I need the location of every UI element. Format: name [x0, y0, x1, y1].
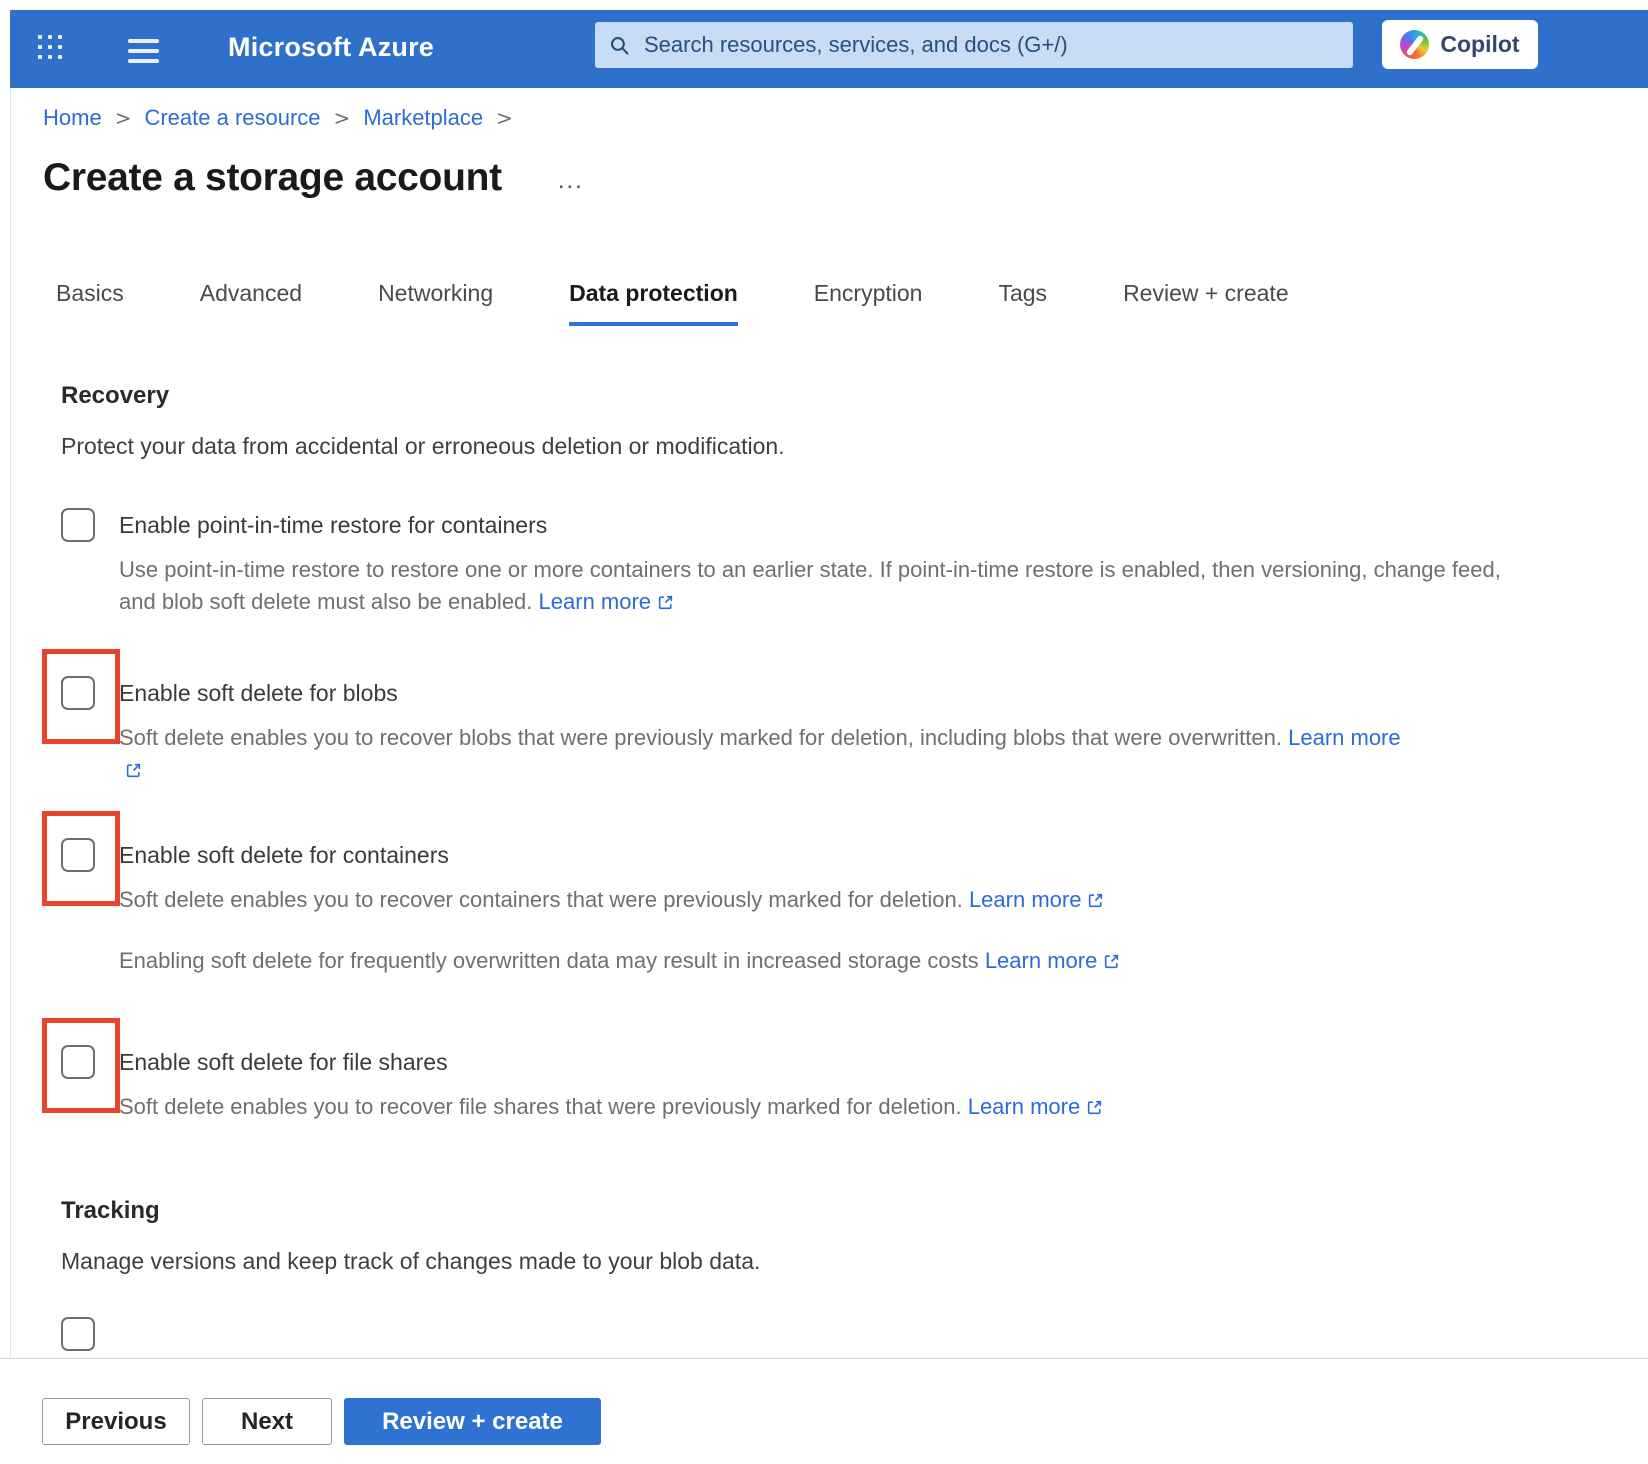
learn-more-link[interactable]: Learn more — [969, 887, 1105, 912]
tracking-section-subtitle: Manage versions and keep track of change… — [43, 1248, 1648, 1275]
checkbox-soft-delete-file-shares[interactable] — [61, 1045, 95, 1079]
review-create-button[interactable]: Review + create — [344, 1398, 601, 1445]
tab-review-create[interactable]: Review + create — [1123, 280, 1289, 326]
tracking-section-heading: Tracking — [43, 1197, 1648, 1225]
breadcrumb: Home > Create a resource > Marketplace > — [43, 88, 1648, 131]
waffle-menu-icon[interactable] — [38, 35, 62, 59]
wizard-footer: Previous Next Review + create — [0, 1358, 1648, 1464]
checkbox-point-in-time-restore[interactable] — [61, 508, 95, 542]
option-soft-delete-file-shares: Enable soft delete for file shares Soft … — [61, 1043, 1648, 1123]
global-search[interactable] — [595, 22, 1353, 68]
tab-advanced[interactable]: Advanced — [200, 280, 302, 326]
option-point-in-time-restore: Enable point-in-time restore for contain… — [61, 506, 1648, 618]
breadcrumb-marketplace[interactable]: Marketplace — [363, 105, 483, 131]
checkbox-soft-delete-containers[interactable] — [61, 838, 95, 872]
search-input[interactable] — [642, 31, 1339, 59]
option-label: Enable soft delete for containers — [119, 842, 1120, 869]
content-panel: Home > Create a resource > Marketplace >… — [10, 88, 1648, 1464]
external-link-icon — [1087, 892, 1104, 909]
more-options-icon[interactable]: ... — [558, 167, 584, 195]
azure-top-bar: Microsoft Azure Copilot — [10, 10, 1648, 88]
storage-costs-note: Enabling soft delete for frequently over… — [119, 945, 1120, 977]
option-label: Enable soft delete for file shares — [119, 1049, 1103, 1076]
learn-more-link[interactable]: Learn more — [539, 589, 675, 614]
option-label: Enable soft delete for blobs — [119, 680, 1419, 707]
option-description: Use point-in-time restore to restore one… — [119, 554, 1524, 618]
copilot-icon — [1400, 30, 1429, 59]
recovery-section-subtitle: Protect your data from accidental or err… — [43, 433, 1648, 460]
search-icon — [609, 35, 630, 56]
option-label: Enable point-in-time restore for contain… — [119, 512, 1524, 539]
option-soft-delete-blobs: Enable soft delete for blobs Soft delete… — [61, 674, 1648, 786]
hamburger-menu-icon[interactable] — [128, 39, 159, 69]
next-button[interactable]: Next — [202, 1398, 332, 1445]
external-link-icon — [1086, 1099, 1103, 1116]
breadcrumb-chevron-icon: > — [115, 106, 132, 130]
copilot-label: Copilot — [1440, 31, 1519, 58]
option-description: Soft delete enables you to recover blobs… — [119, 722, 1419, 786]
breadcrumb-chevron-icon: > — [334, 106, 351, 130]
recovery-section-heading: Recovery — [43, 382, 1648, 410]
checkbox-soft-delete-blobs[interactable] — [61, 676, 95, 710]
option-soft-delete-containers: Enable soft delete for containers Soft d… — [61, 836, 1648, 977]
wizard-tabs: Basics Advanced Networking Data protecti… — [43, 280, 1648, 326]
tab-data-protection[interactable]: Data protection — [569, 280, 738, 326]
learn-more-link[interactable]: Learn more — [968, 1094, 1104, 1119]
tab-networking[interactable]: Networking — [378, 280, 493, 326]
copilot-button[interactable]: Copilot — [1382, 20, 1538, 69]
learn-more-link[interactable]: Learn more — [985, 948, 1121, 973]
external-link-icon — [125, 762, 142, 779]
external-link-icon — [657, 594, 674, 611]
option-description: Soft delete enables you to recover conta… — [119, 884, 1120, 916]
breadcrumb-chevron-icon: > — [496, 106, 513, 130]
tab-basics[interactable]: Basics — [56, 280, 124, 326]
previous-button[interactable]: Previous — [42, 1398, 190, 1445]
option-description: Soft delete enables you to recover file … — [119, 1091, 1103, 1123]
tab-tags[interactable]: Tags — [998, 280, 1047, 326]
page-title: Create a storage account — [43, 156, 502, 200]
breadcrumb-create-a-resource[interactable]: Create a resource — [144, 105, 320, 131]
checkbox-partially-visible[interactable] — [61, 1317, 95, 1351]
tab-encryption[interactable]: Encryption — [814, 280, 923, 326]
external-link-icon — [1103, 953, 1120, 970]
brand-title: Microsoft Azure — [228, 32, 434, 63]
breadcrumb-home[interactable]: Home — [43, 105, 102, 131]
